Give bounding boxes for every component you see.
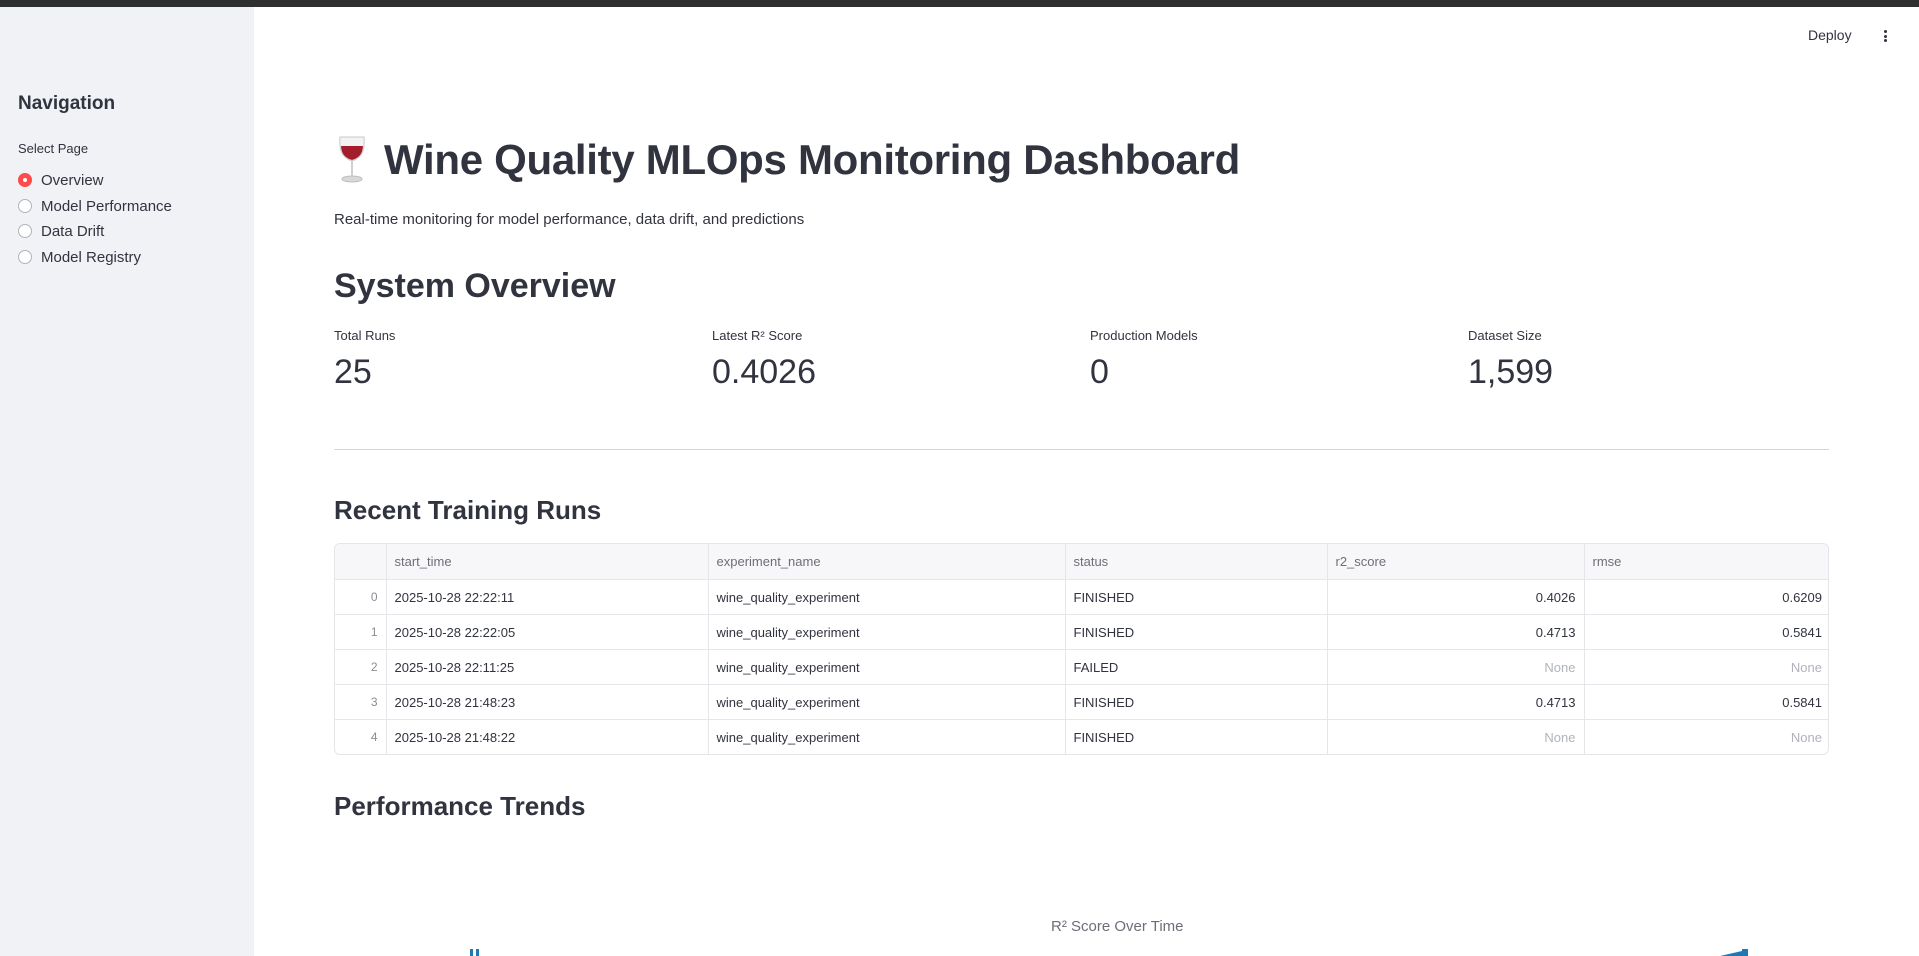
metric-label: Production Models: [1090, 328, 1198, 343]
sidebar-item-overview[interactable]: Overview: [18, 169, 104, 191]
metric-label: Dataset Size: [1468, 328, 1542, 343]
metric-latest-r2: Latest R² Score 0.4026: [712, 328, 816, 392]
sidebar-item-label: Data Drift: [41, 222, 105, 240]
cell-experiment-name[interactable]: wine_quality_experiment: [708, 684, 1066, 720]
table-header-row: start_time experiment_name status r2_sco…: [335, 544, 1828, 580]
cell-r2-score[interactable]: None: [1327, 649, 1585, 685]
kebab-menu-icon[interactable]: [1878, 27, 1892, 45]
cell-experiment-name[interactable]: wine_quality_experiment: [708, 614, 1066, 650]
radio-selected-icon: [18, 173, 32, 187]
metric-label: Latest R² Score: [712, 328, 803, 343]
cell-r2-score[interactable]: 0.4713: [1327, 684, 1585, 720]
metric-value: 0: [1090, 353, 1109, 391]
metric-value: 25: [334, 353, 372, 391]
sidebar-item-data-drift[interactable]: Data Drift: [18, 220, 104, 242]
cell-start-time[interactable]: 2025-10-28 22:11:25: [386, 649, 709, 685]
sidebar-item-model-performance[interactable]: Model Performance: [18, 195, 172, 217]
cell-start-time[interactable]: 2025-10-28 22:22:11: [386, 579, 709, 615]
sidebar-item-label: Model Performance: [41, 197, 172, 215]
table-row: 1 2025-10-28 22:22:05 wine_quality_exper…: [335, 614, 1828, 650]
cell-status[interactable]: FINISHED: [1065, 684, 1328, 720]
chart-logo-fragment: [1720, 949, 1748, 956]
cell-experiment-name[interactable]: wine_quality_experiment: [708, 649, 1066, 685]
cell-start-time[interactable]: 2025-10-28 21:48:22: [386, 719, 709, 754]
sidebar-item-model-registry[interactable]: Model Registry: [18, 246, 141, 268]
column-header-status[interactable]: status: [1065, 544, 1328, 580]
runs-table[interactable]: start_time experiment_name status r2_sco…: [334, 543, 1829, 755]
row-index: 3: [335, 684, 387, 720]
radio-unselected-icon: [18, 199, 32, 213]
cell-experiment-name[interactable]: wine_quality_experiment: [708, 719, 1066, 754]
cell-status[interactable]: FINISHED: [1065, 579, 1328, 615]
top-decoration-bar: [0, 0, 1919, 7]
cell-status[interactable]: FINISHED: [1065, 719, 1328, 754]
recent-runs-heading: Recent Training Runs: [334, 495, 602, 525]
table-row: 4 2025-10-28 21:48:22 wine_quality_exper…: [335, 719, 1828, 755]
metric-value: 0.4026: [712, 353, 816, 391]
section-divider: [334, 449, 1829, 450]
cell-start-time[interactable]: 2025-10-28 22:22:05: [386, 614, 709, 650]
page-title: Wine Quality MLOps Monitoring Dashboard: [334, 135, 1240, 185]
row-index: 4: [335, 719, 387, 754]
cell-status[interactable]: FAILED: [1065, 649, 1328, 685]
row-index: 0: [335, 579, 387, 615]
table-row: 0 2025-10-28 22:22:11 wine_quality_exper…: [335, 579, 1828, 615]
chart-title: R² Score Over Time: [1051, 918, 1184, 935]
column-header-experiment-name[interactable]: experiment_name: [708, 544, 1066, 580]
column-header-rmse[interactable]: rmse: [1584, 544, 1828, 580]
cell-rmse[interactable]: None: [1584, 720, 1828, 755]
metric-production-models: Production Models 0: [1090, 328, 1198, 392]
cell-rmse[interactable]: 0.5841: [1584, 684, 1828, 720]
cell-r2-score[interactable]: 0.4026: [1327, 579, 1585, 615]
select-page-label: Select Page: [18, 141, 89, 156]
cell-start-time[interactable]: 2025-10-28 21:48:23: [386, 684, 709, 720]
row-index: 2: [335, 649, 387, 685]
cell-rmse[interactable]: 0.6209: [1584, 579, 1828, 615]
sidebar-item-label: Overview: [41, 171, 104, 189]
column-header-start-time[interactable]: start_time: [386, 544, 709, 580]
radio-unselected-icon: [18, 224, 32, 238]
cell-r2-score[interactable]: None: [1327, 719, 1585, 754]
column-header-index[interactable]: [335, 544, 387, 580]
page-subtitle: Real-time monitoring for model performan…: [334, 211, 805, 228]
cell-status[interactable]: FINISHED: [1065, 614, 1328, 650]
metric-label: Total Runs: [334, 328, 396, 343]
metric-total-runs: Total Runs 25: [334, 328, 395, 392]
table-row: 2 2025-10-28 22:11:25 wine_quality_exper…: [335, 649, 1828, 685]
metric-dataset-size: Dataset Size 1,599: [1468, 328, 1553, 392]
cell-r2-score[interactable]: 0.4713: [1327, 614, 1585, 650]
cell-rmse[interactable]: None: [1584, 649, 1828, 685]
deploy-button[interactable]: Deploy: [1808, 27, 1852, 43]
metric-value: 1,599: [1468, 353, 1554, 391]
sidebar-item-label: Model Registry: [41, 248, 142, 266]
system-overview-heading: System Overview: [334, 267, 616, 305]
table-row: 3 2025-10-28 21:48:23 wine_quality_exper…: [335, 684, 1828, 720]
wine-glass-icon: [339, 136, 365, 183]
column-header-r2-score[interactable]: r2_score: [1327, 544, 1585, 580]
sidebar-title: Navigation: [18, 93, 116, 114]
cell-experiment-name[interactable]: wine_quality_experiment: [708, 579, 1066, 615]
performance-trends-heading: Performance Trends: [334, 791, 586, 821]
page-title-text: Wine Quality MLOps Monitoring Dashboard: [384, 136, 1240, 183]
cell-rmse[interactable]: 0.5841: [1584, 614, 1828, 650]
row-index: 1: [335, 614, 387, 650]
radio-unselected-icon: [18, 250, 32, 264]
chart-toolbar-fragment: [470, 949, 480, 956]
